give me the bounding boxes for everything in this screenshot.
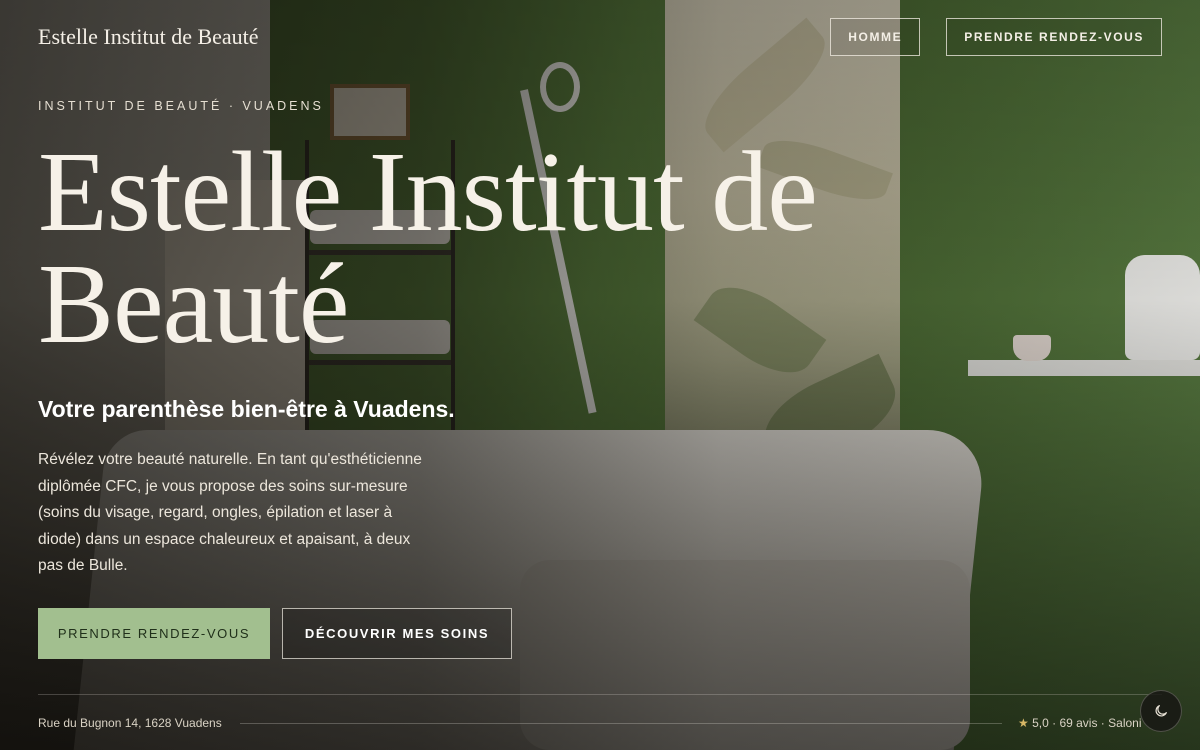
discover-services-button[interactable]: DÉCOUVRIR MES SOINS bbox=[282, 608, 512, 659]
address-text: Rue du Bugnon 14, 1628 Vuadens bbox=[38, 716, 222, 730]
book-appointment-button[interactable]: PRENDRE RENDEZ-VOUS bbox=[38, 608, 270, 659]
nav-button-homme[interactable]: HOMME bbox=[830, 18, 921, 56]
moon-icon bbox=[1155, 705, 1167, 717]
hero-description: Révélez votre beauté naturelle. En tant … bbox=[38, 451, 422, 574]
divider bbox=[240, 723, 1002, 724]
hero-subtitle: Votre parenthèse bien-être à Vuadens. bbox=[38, 396, 455, 422]
nav-button-book-appointment[interactable]: PRENDRE RENDEZ-VOUS bbox=[946, 18, 1162, 56]
rating-text: 5,0 · 69 avis · Saloni bbox=[1032, 716, 1142, 730]
star-icon: ★ bbox=[1018, 716, 1029, 730]
top-nav: HOMME PRENDRE RENDEZ-VOUS bbox=[830, 18, 1162, 56]
divider bbox=[38, 694, 1162, 695]
theme-toggle-button[interactable] bbox=[1140, 690, 1182, 732]
hero-title-line-1: Estelle Institut de bbox=[38, 128, 818, 255]
hero-title-line-2: Beauté bbox=[38, 240, 350, 367]
brand-logo-text[interactable]: Estelle Institut de Beauté bbox=[38, 24, 259, 50]
rating-summary: ★ 5,0 · 69 avis · Saloni bbox=[1018, 716, 1148, 730]
hero-eyebrow: INSTITUT DE BEAUTÉ · VUADENS bbox=[38, 99, 324, 113]
hero-title: Estelle Institut de Beauté bbox=[38, 135, 998, 361]
